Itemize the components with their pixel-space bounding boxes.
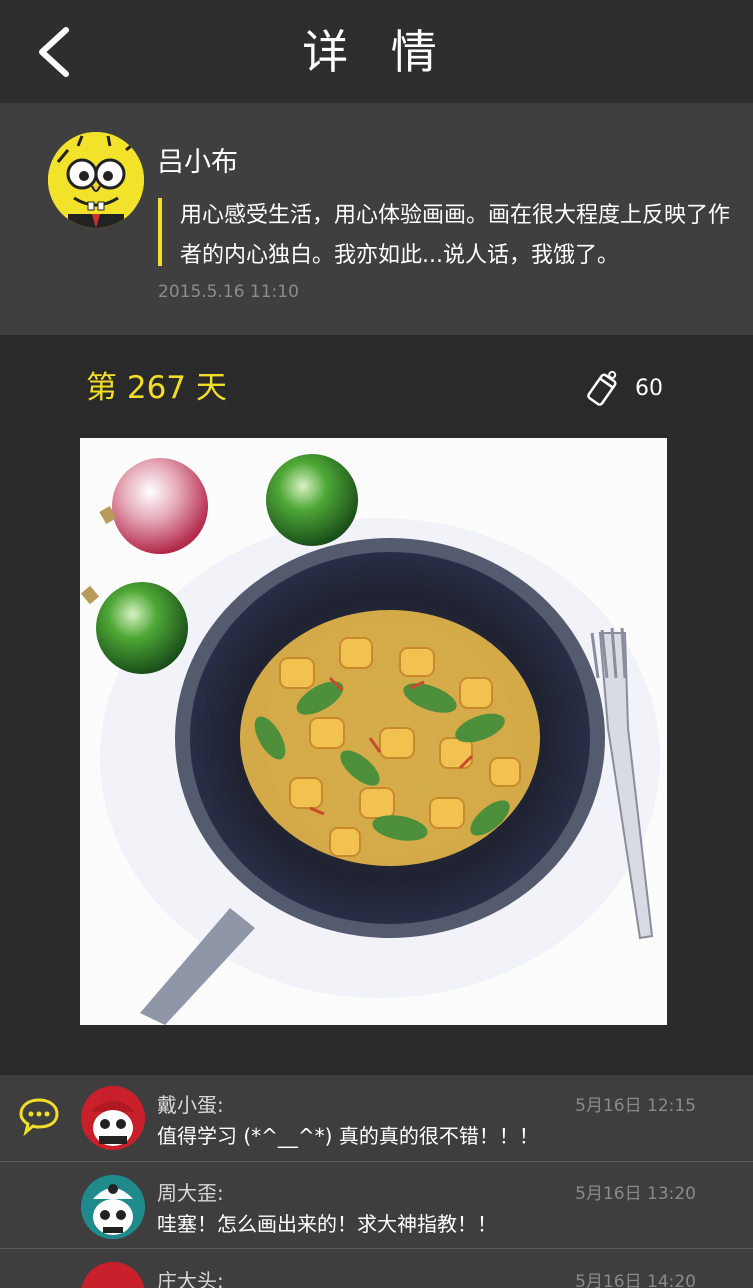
comment-text: 值得学习 (*^__^*) 真的真的很不错！！！ (157, 1124, 539, 1148)
watercolor-painting[interactable] (80, 438, 667, 1025)
like-count: 60 (635, 376, 663, 401)
comment-time: 5月16日 12:15 (575, 1096, 696, 1116)
author-avatar[interactable] (48, 132, 144, 228)
cartoon-avatar-icon (81, 1175, 145, 1239)
day-counter: 第 267 天 (86, 370, 227, 406)
cartoon-avatar-icon (48, 132, 144, 228)
thumb-tag-icon (587, 370, 617, 406)
commenter-name[interactable]: 庄大头: (157, 1268, 224, 1288)
top-bar: 详 情 (0, 0, 753, 104)
commenter-avatar[interactable] (81, 1175, 145, 1239)
like-button[interactable] (583, 368, 623, 408)
quote-bar (158, 198, 162, 266)
comment-button[interactable] (18, 1096, 60, 1137)
page-title: 详 情 (302, 25, 451, 79)
food-painting-image (80, 438, 667, 1025)
author-quote: 用心感受生活，用心体验画画。画在很大程度上反映了作者的内心独白。我亦如此...说… (180, 203, 731, 268)
speech-bubble-icon (19, 1098, 59, 1137)
commenter-avatar[interactable] (81, 1086, 145, 1150)
cartoon-avatar-icon (81, 1086, 145, 1150)
comment-time: 5月16日 13:20 (575, 1184, 696, 1204)
post-timestamp: 2015.5.16 11:10 (158, 282, 299, 302)
comment-time: 5月16日 14:20 (575, 1272, 696, 1288)
author-name[interactable]: 吕小布 (157, 145, 238, 181)
commenter-name[interactable]: 周大歪: (157, 1180, 224, 1206)
comment-text: 哇塞！怎么画出来的！求大神指教！！ (157, 1212, 497, 1236)
commenter-name[interactable]: 戴小蛋: (157, 1092, 224, 1118)
